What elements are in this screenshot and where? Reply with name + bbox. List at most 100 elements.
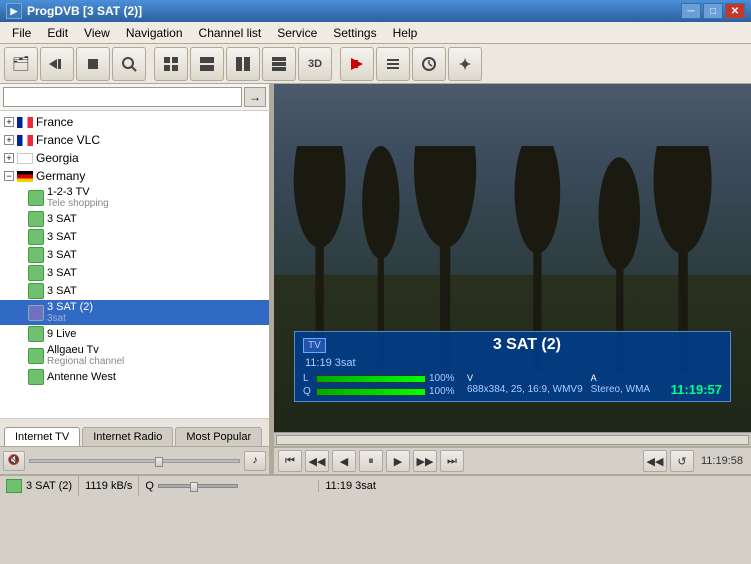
country-france-vlc-label: France VLC xyxy=(36,133,100,147)
status-quality-thumb[interactable] xyxy=(190,482,198,492)
channel-icon-3sat-2 xyxy=(28,229,44,245)
osd-level-bar-container xyxy=(316,375,426,383)
channel-icon-123tv xyxy=(28,190,44,206)
osd-quality-pct: 100% xyxy=(429,386,459,397)
pause-button[interactable]: ⏸ xyxy=(359,450,383,472)
layout4-button[interactable] xyxy=(262,47,296,81)
country-france[interactable]: + France xyxy=(0,113,269,131)
menu-navigation[interactable]: Navigation xyxy=(118,24,191,42)
channel-icon-3sat-4 xyxy=(28,265,44,281)
osd-tech-info: V 688x384, 25, 16:9, WMV9 A Stereo, WMA xyxy=(467,373,663,395)
tab-internet-radio[interactable]: Internet Radio xyxy=(82,427,173,446)
skip-start-button[interactable]: ⏮ xyxy=(278,450,302,472)
expand-france-vlc[interactable]: + xyxy=(4,135,14,145)
video-area[interactable]: TV 3 SAT (2) 11:19 3sat L 100% xyxy=(274,84,751,432)
volume-thumb[interactable] xyxy=(155,457,163,467)
channel-icon-allgaeu xyxy=(28,348,44,364)
channel-3sat-4[interactable]: 3 SAT xyxy=(0,264,269,282)
osd-header: TV 3 SAT (2) xyxy=(303,336,722,354)
country-france-vlc[interactable]: + France VLC xyxy=(0,131,269,149)
menu-file[interactable]: File xyxy=(4,24,39,42)
stop-button[interactable] xyxy=(76,47,110,81)
close-button[interactable]: ✕ xyxy=(725,3,745,19)
tab-most-popular[interactable]: Most Popular xyxy=(175,427,262,446)
menu-service[interactable]: Service xyxy=(269,24,325,42)
layout2-button[interactable] xyxy=(190,47,224,81)
channel-3sat-3[interactable]: 3 SAT xyxy=(0,246,269,264)
search-button[interactable] xyxy=(112,47,146,81)
channel-tree: + France + France VLC + Georgia − German… xyxy=(0,111,269,418)
title-bar: ▶ ProgDVB [3 SAT (2)] ─ □ ✕ xyxy=(0,0,751,22)
tab-internet-tv[interactable]: Internet TV xyxy=(4,427,80,446)
country-georgia[interactable]: + Georgia xyxy=(0,149,269,167)
channel-name-antenne: Antenne West xyxy=(47,371,116,383)
status-channel-seg: 3 SAT (2) xyxy=(0,476,79,496)
layout1-button[interactable] xyxy=(154,47,188,81)
osd-level-quality: L 100% Q 100% xyxy=(303,373,459,397)
repeat-button[interactable]: ↺ xyxy=(670,450,694,472)
epg-list-button[interactable] xyxy=(376,47,410,81)
playback-controls: ⏮ ◀◀ ◀ ⏸ ▶ ▶▶ ⏭ ◀◀ ↺ 11:19:58 xyxy=(274,446,751,474)
minimize-button[interactable]: ─ xyxy=(681,3,701,19)
menu-view[interactable]: View xyxy=(76,24,118,42)
osd-time-line: 11:19 3sat xyxy=(303,357,722,369)
layout3-button[interactable] xyxy=(226,47,260,81)
video-horizontal-scroll[interactable] xyxy=(276,435,749,445)
search-bar: → xyxy=(0,84,269,111)
audio-settings-button[interactable]: ♪ xyxy=(244,451,266,471)
prev-button[interactable] xyxy=(40,47,74,81)
play-button[interactable]: ▶ xyxy=(386,450,410,472)
toolbar: 🗂 3D xyxy=(0,44,751,84)
step-back-button[interactable]: ◀ xyxy=(332,450,356,472)
video-scrollbar xyxy=(274,432,751,446)
rewind-button[interactable]: ◀◀ xyxy=(305,450,329,472)
flag-georgia xyxy=(17,153,33,164)
channel-3sat-2[interactable]: 3 SAT xyxy=(0,228,269,246)
menu-channel-list[interactable]: Channel list xyxy=(191,24,270,42)
3d-button[interactable]: 3D xyxy=(298,47,332,81)
menu-settings[interactable]: Settings xyxy=(325,24,384,42)
osd-level-label: L xyxy=(303,373,313,384)
status-epg: 11:19 3sat xyxy=(319,480,751,492)
window-title: ProgDVB [3 SAT (2)] xyxy=(27,4,142,18)
channel-icon-3sat-5 xyxy=(28,283,44,299)
record-button[interactable] xyxy=(340,47,374,81)
channel-9live[interactable]: 9 Live xyxy=(0,325,269,343)
maximize-button[interactable]: □ xyxy=(703,3,723,19)
expand-georgia[interactable]: + xyxy=(4,153,14,163)
channel-allgaeu[interactable]: Allgaeu Tv Regional channel xyxy=(0,343,269,368)
channel-3sat-5[interactable]: 3 SAT xyxy=(0,282,269,300)
channel-icon-3sat-3 xyxy=(28,247,44,263)
osd-quality-label: Q xyxy=(303,386,313,397)
open-button[interactable]: 🗂 xyxy=(4,47,38,81)
skip-end-button[interactable]: ⏭ xyxy=(440,450,464,472)
volume-slider-left[interactable] xyxy=(29,459,240,463)
channel-name-3sat-1: 3 SAT xyxy=(47,213,77,225)
fast-forward-button[interactable]: ▶▶ xyxy=(413,450,437,472)
osd-overlay: TV 3 SAT (2) 11:19 3sat L 100% xyxy=(294,331,731,402)
osd-level-row: L 100% xyxy=(303,373,459,384)
country-germany[interactable]: − Germany xyxy=(0,167,269,185)
menu-help[interactable]: Help xyxy=(385,24,426,42)
settings-button[interactable] xyxy=(448,47,482,81)
expand-france[interactable]: + xyxy=(4,117,14,127)
channel-antenne-west[interactable]: Antenne West xyxy=(0,368,269,386)
osd-clock: 11:19:57 xyxy=(671,382,722,397)
status-quality-slider[interactable] xyxy=(158,484,238,488)
menu-edit[interactable]: Edit xyxy=(39,24,76,42)
schedule-button[interactable] xyxy=(412,47,446,81)
time-display: 11:19:58 xyxy=(697,455,747,467)
search-go-button[interactable]: → xyxy=(244,87,266,107)
channel-3sat-1[interactable]: 3 SAT xyxy=(0,210,269,228)
search-input[interactable] xyxy=(3,87,242,107)
channel-123tv[interactable]: 1-2-3 TV Tele shopping xyxy=(0,185,269,210)
channel-3sat-2-selected[interactable]: 3 SAT (2) 3sat xyxy=(0,300,269,325)
mute-button[interactable]: 🔇 xyxy=(3,451,25,471)
flag-france xyxy=(17,117,33,128)
flag-germany xyxy=(17,171,33,182)
audio-track-button[interactable]: ◀◀ xyxy=(643,450,667,472)
expand-germany[interactable]: − xyxy=(4,171,14,181)
osd-channel-name: 3 SAT (2) xyxy=(332,336,722,354)
osd-quality-row: Q 100% xyxy=(303,386,459,397)
status-epg-text: 11:19 3sat xyxy=(325,480,376,492)
